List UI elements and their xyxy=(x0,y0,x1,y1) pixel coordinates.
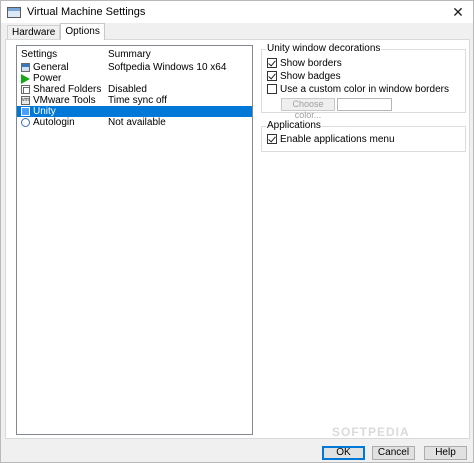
applications-group: Applications Enable applications menu xyxy=(261,120,466,152)
summary-column-header: Summary xyxy=(108,49,151,60)
show-borders-checkbox[interactable]: Show borders xyxy=(267,57,342,69)
ok-button[interactable]: OK xyxy=(322,446,365,460)
shared-folders-icon xyxy=(21,85,30,94)
list-item-summary: Softpedia Windows 10 x64 xyxy=(108,62,227,73)
checkbox-label: Show borders xyxy=(280,57,342,69)
list-item-shared-folders[interactable]: Shared Folders Disabled xyxy=(17,84,252,95)
unity-decorations-group: Unity window decorations Show borders Sh… xyxy=(261,43,466,120)
cancel-button[interactable]: Cancel xyxy=(372,446,415,460)
app-window-icon xyxy=(7,6,21,18)
list-item-summary: Time sync off xyxy=(108,95,167,106)
checkbox-checked-icon xyxy=(267,71,277,81)
help-button[interactable]: Help xyxy=(424,446,467,460)
list-item-name: Autologin xyxy=(33,117,75,128)
list-item-name: Unity xyxy=(33,106,56,117)
tab-options[interactable]: Options xyxy=(60,23,105,40)
window-title: Virtual Machine Settings xyxy=(27,6,146,18)
list-item-power[interactable]: Power xyxy=(17,73,252,84)
checkbox-checked-icon xyxy=(267,58,277,68)
tab-hardware[interactable]: Hardware xyxy=(7,25,61,40)
unity-icon xyxy=(21,107,30,116)
color-swatch xyxy=(337,98,392,111)
choose-color-button[interactable]: Choose color... xyxy=(281,98,335,120)
enable-applications-menu-checkbox[interactable]: Enable applications menu xyxy=(267,133,395,145)
list-item-unity[interactable]: Unity xyxy=(17,106,252,117)
list-item-name: General xyxy=(33,62,69,73)
list-item-general[interactable]: General Softpedia Windows 10 x64 xyxy=(17,62,252,73)
checkbox-unchecked-icon xyxy=(267,84,277,94)
power-icon xyxy=(21,74,30,84)
tab-strip: Hardware Options xyxy=(7,23,105,40)
group-title: Applications xyxy=(266,120,322,132)
list-header: Settings Summary xyxy=(17,46,252,62)
checkbox-label: Show badges xyxy=(280,70,341,82)
list-item-summary: Disabled xyxy=(108,84,147,95)
list-item-name: Power xyxy=(33,73,62,84)
general-icon xyxy=(21,63,30,72)
settings-window: Virtual Machine Settings ✕ Hardware Opti… xyxy=(0,0,474,463)
softpedia-watermark: SOFTPEDIA xyxy=(332,425,410,439)
options-panel: Settings Summary General Softpedia Windo… xyxy=(5,39,470,439)
autologin-icon xyxy=(21,118,30,127)
list-item-vmware-tools[interactable]: vmw VMware Tools Time sync off xyxy=(17,95,252,106)
checkbox-checked-icon xyxy=(267,134,277,144)
group-title: Unity window decorations xyxy=(266,43,382,55)
settings-column-header: Settings xyxy=(21,49,58,60)
vmware-tools-icon: vmw xyxy=(21,96,30,105)
list-item-name: Shared Folders xyxy=(33,84,102,95)
custom-color-checkbox[interactable]: Use a custom color in window borders xyxy=(267,83,449,95)
checkbox-label: Enable applications menu xyxy=(280,133,395,145)
settings-list: Settings Summary General Softpedia Windo… xyxy=(16,45,253,435)
list-item-summary: Not available xyxy=(108,117,166,128)
list-item-name: VMware Tools xyxy=(33,95,96,106)
list-item-autologin[interactable]: Autologin Not available xyxy=(17,117,252,128)
show-badges-checkbox[interactable]: Show badges xyxy=(267,70,341,82)
title-bar: Virtual Machine Settings ✕ xyxy=(1,1,473,23)
close-icon[interactable]: ✕ xyxy=(443,1,473,23)
checkbox-label: Use a custom color in window borders xyxy=(280,83,449,95)
